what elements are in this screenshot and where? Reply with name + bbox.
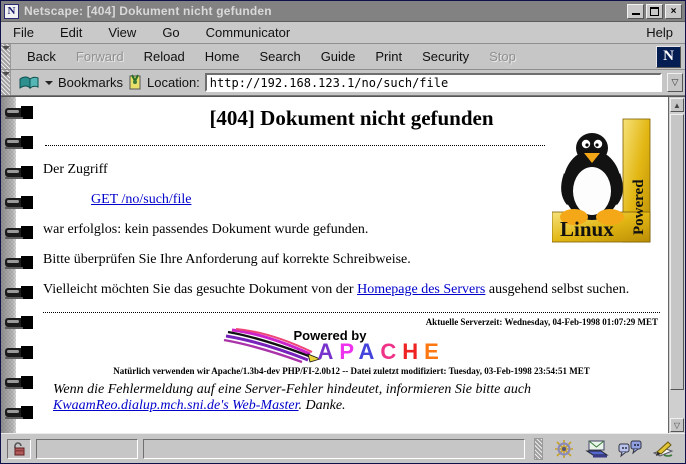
scrollbar-thumb[interactable] [670,114,684,390]
back-button[interactable]: Back [17,46,66,67]
minimize-icon [632,13,640,15]
component-bar-grip[interactable] [534,438,543,460]
menubar: File Edit View Go Communicator Help [1,22,685,44]
toolbar-collapse-grip[interactable] [1,44,11,69]
component-bar [530,438,679,460]
home-button[interactable]: Home [195,46,250,67]
scroll-down-button[interactable]: ▽ [670,418,684,432]
paragraph-homepage: Vielleicht möchten Sie das gesuchte Doku… [43,282,660,298]
close-icon: × [671,6,677,17]
discussions-button[interactable] [618,439,642,459]
speech-bubbles-icon [618,439,642,459]
security-button[interactable]: Security [412,46,479,67]
statusbar [1,433,685,463]
request-link[interactable]: GET /no/such/file [91,192,191,207]
browser-window: N Netscape: [404] Dokument nicht gefunde… [0,0,686,464]
apache-wordmark: APACHE [318,339,445,365]
menu-communicator[interactable]: Communicator [206,25,291,40]
scroll-up-icon: ▲ [673,101,681,110]
navigator-button[interactable] [552,439,576,459]
guide-button[interactable]: Guide [311,46,366,67]
scroll-up-button[interactable]: ▲ [670,98,684,112]
security-indicator[interactable] [7,439,31,459]
locationbar-collapse-grip[interactable] [1,70,11,95]
minimize-button[interactable] [627,4,644,19]
menu-help[interactable]: Help [646,25,673,40]
composer-button[interactable] [651,439,675,459]
page-proxy-icon[interactable] [128,74,142,91]
stop-button: Stop [479,46,526,67]
page-body: [404] Dokument nicht gefunden [37,97,668,433]
titlebar[interactable]: N Netscape: [404] Dokument nicht gefunde… [1,1,685,22]
maximize-icon [650,7,659,16]
vertical-scrollbar[interactable]: ▲ ▽ [668,97,685,433]
status-progress-panel [36,439,138,459]
search-button[interactable]: Search [249,46,310,67]
apache-letter: H [402,339,424,364]
footer-note: Wenn die Fehlermeldung auf eine Server-F… [53,382,660,414]
bookmarks-dropdown-caret[interactable] [45,81,53,89]
reload-button[interactable]: Reload [134,46,195,67]
divider-top [45,145,545,146]
location-toolbar: Bookmarks Location: ▽ [1,70,685,96]
footer-post: . Danke. [299,398,346,413]
mailbox-icon [585,439,609,459]
window-title: Netscape: [404] Dokument nicht gefunden [24,4,622,18]
scroll-down-icon: ▽ [674,421,680,430]
homepage-link[interactable]: Homepage des Servers [357,282,485,297]
divider-bottom [43,312,660,313]
webmaster-link[interactable]: KwaamReo.dialup.mch.sni.de's Web-Master [53,398,299,413]
apache-letter: A [358,339,380,364]
forward-button: Forward [66,46,134,67]
server-time: Aktuelle Serverzeit: Wednesday, 04-Feb-1… [43,317,658,327]
navigation-toolbar: Back Forward Reload Home Search Guide Pr… [1,44,685,70]
location-label: Location: [147,75,200,90]
menu-go[interactable]: Go [162,25,179,40]
ship-wheel-icon [554,439,574,459]
paragraph-homepage-pre: Vielleicht möchten Sie das gesuchte Doku… [43,282,357,297]
linux-logo-text: Linux [560,217,614,241]
linux-powered-image: Linux Powered [552,115,652,245]
linux-powered-text: Powered [631,179,647,235]
unlocked-padlock-icon [13,442,25,456]
apache-letter: C [380,339,402,364]
url-input[interactable] [205,73,662,92]
print-button[interactable]: Print [365,46,412,67]
maximize-button[interactable] [646,4,663,19]
netscape-logo-icon[interactable]: N [656,46,681,68]
close-button[interactable]: × [665,4,682,19]
bookmarks-label[interactable]: Bookmarks [58,75,123,90]
menu-edit[interactable]: Edit [60,25,82,40]
bookmarks-icon[interactable] [18,75,40,91]
content-area: ▲ ▽ [404] Dokument nicht gefunden [1,96,685,433]
apache-logo: Powered by APACHE [222,328,482,364]
paragraph-homepage-post: ausgehend selbst suchen. [485,282,629,297]
apache-letter: A [318,339,340,364]
server-info: Natürlich verwenden wir Apache/1.3b4-dev… [43,366,660,376]
url-dropdown-button[interactable]: ▽ [667,73,683,92]
netscape-window-icon: N [4,4,19,19]
menu-view[interactable]: View [108,25,136,40]
apache-letter: P [339,339,358,364]
menu-file[interactable]: File [13,25,34,40]
status-message-panel [143,439,525,459]
spiral-binding-decoration [1,97,37,433]
paragraph-check-spelling: Bitte überprüfen Sie Ihre Anforderung au… [43,252,660,268]
apache-letter: E [424,339,445,364]
footer-line1: Wenn die Fehlermeldung auf eine Server-F… [53,382,531,397]
mailbox-button[interactable] [585,439,609,459]
composer-pen-icon [652,439,674,459]
